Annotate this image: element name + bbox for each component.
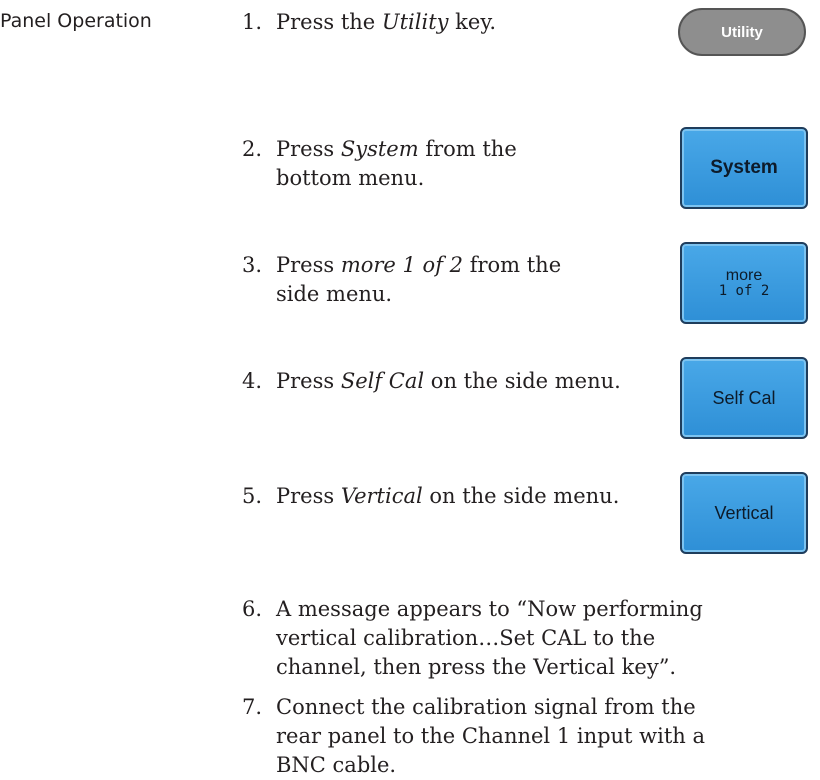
step-number: 7. [242,695,263,719]
step-7: 7. Connect the calibration signal from t… [242,693,732,780]
step-emphasis: more 1 of 2 [340,253,464,277]
step-4: 4. Press Self Cal on the side menu. [242,367,662,396]
step-number: 2. [242,137,263,161]
step-text: on the side menu. [424,369,621,393]
softkey-sublabel: 1 of 2 [718,283,770,299]
step-6: 6. A message appears to “Now performing … [242,595,722,682]
step-number: 3. [242,253,263,277]
step-text: Connect the calibration signal from the … [276,695,706,777]
step-emphasis: Vertical [340,484,423,508]
step-text: Press [276,484,341,508]
step-text: Press [276,137,341,161]
step-number: 1. [242,10,263,34]
softkey-label: System [710,157,778,178]
step-emphasis: Self Cal [340,369,425,393]
softkey-label: Self Cal [712,387,776,408]
step-emphasis: Utility [381,10,449,34]
step-text: Press [276,369,341,393]
step-number: 6. [242,597,263,621]
vertical-softkey[interactable]: Vertical [680,472,808,554]
step-5: 5. Press Vertical on the side menu. [242,482,662,511]
more-1-of-2-softkey[interactable]: more 1 of 2 [680,242,808,324]
softkey-label: more [725,267,763,284]
step-text: A message appears to “Now performing ver… [276,597,703,679]
section-label: Panel Operation [0,10,152,32]
system-softkey[interactable]: System [680,127,808,209]
step-2: 2. Press System from the bottom menu. [242,135,577,193]
step-emphasis: System [340,137,419,161]
step-text: Press the [276,10,382,34]
step-number: 5. [242,484,263,508]
softkey-label: Vertical [714,502,774,523]
self-cal-softkey[interactable]: Self Cal [680,357,808,439]
step-3: 3. Press more 1 of 2 from the side menu. [242,251,577,309]
step-text: on the side menu. [422,484,620,508]
step-1: 1. Press the Utility key. [242,8,662,37]
step-number: 4. [242,369,263,393]
utility-key[interactable]: Utility [678,8,806,56]
step-text: Press [276,253,341,277]
step-text: key. [448,10,497,34]
